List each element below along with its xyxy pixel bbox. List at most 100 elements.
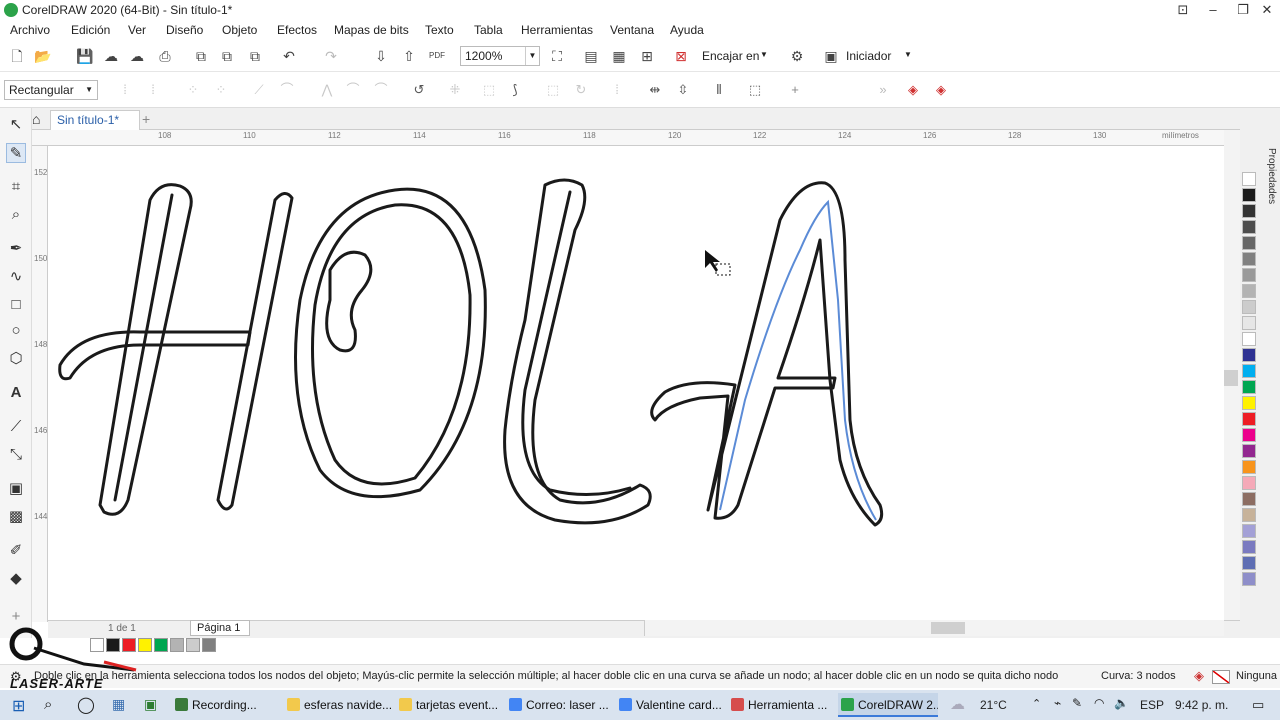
new-document-icon[interactable]: 🗋 (8, 47, 26, 65)
palette-swatch[interactable] (1242, 332, 1256, 346)
ellipse-tool-icon[interactable]: ○ (6, 321, 26, 341)
palette-swatch[interactable] (1242, 524, 1256, 538)
more-icon[interactable]: » (874, 81, 892, 99)
taskbar-item[interactable]: tarjetas event... (396, 693, 502, 717)
menu-herramientas[interactable]: Herramientas (521, 23, 593, 37)
to-line-icon[interactable]: ⟋ (250, 81, 268, 99)
palette-swatch[interactable] (1242, 348, 1256, 362)
reverse-direction-icon[interactable]: ↺ (410, 81, 428, 99)
horizontal-ruler[interactable]: 108 110 112 114 116 118 120 122 124 126 … (32, 130, 1240, 146)
windows-start-icon[interactable]: ⊞ (12, 696, 25, 716)
full-screen-icon[interactable]: ⛶ (548, 47, 566, 65)
notifications-icon[interactable]: ▭ (1252, 697, 1264, 713)
polygon-tool-icon[interactable]: ⬡ (6, 349, 26, 369)
to-curve-icon[interactable]: ⌒ (278, 81, 296, 99)
document-palette-swatch[interactable] (154, 638, 168, 652)
export-pdf-icon[interactable]: PDF (428, 47, 446, 65)
menu-ayuda[interactable]: Ayuda (670, 23, 704, 37)
delete-node-icon[interactable]: ⁞ (144, 81, 162, 99)
extend-curve-icon[interactable]: ⁜ (446, 81, 464, 99)
calculator-icon[interactable]: ▦ (112, 696, 125, 713)
taskbar-item[interactable]: Valentine card... (616, 693, 724, 717)
cloud-upload-icon[interactable]: ☁ (102, 47, 120, 65)
interactive-fill-icon[interactable]: ◆ (6, 569, 26, 589)
palette-swatch[interactable] (1242, 268, 1256, 282)
taskbar-item[interactable]: esferas navide... (284, 693, 392, 717)
palette-swatch[interactable] (1242, 188, 1256, 202)
palette-swatch[interactable] (1242, 220, 1256, 234)
artistic-media-icon[interactable]: ∿ (6, 267, 26, 287)
menu-tabla[interactable]: Tabla (474, 23, 503, 37)
print-icon[interactable]: ⎙ (156, 47, 174, 65)
taskbar-item[interactable]: Recording... (172, 693, 280, 717)
palette-swatch[interactable] (1242, 492, 1256, 506)
palette-swatch[interactable] (1242, 444, 1256, 458)
close-button[interactable]: ✕ (1250, 0, 1280, 20)
tab-document[interactable]: Sin título-1* (50, 110, 140, 130)
pen-icon[interactable]: ✎ (1072, 696, 1082, 710)
eyedropper-icon[interactable]: ✐ (6, 541, 26, 561)
smooth-node-icon[interactable]: ⌒ (344, 81, 362, 99)
connector-tool-icon[interactable]: ⤡ (6, 445, 26, 465)
rectangle-tool-icon[interactable]: □ (6, 295, 26, 315)
document-palette-swatch[interactable] (186, 638, 200, 652)
chevron-up-icon[interactable]: ⌃ (1032, 697, 1041, 710)
palette-swatch[interactable] (1242, 316, 1256, 330)
palette-swatch[interactable] (1242, 572, 1256, 586)
palette-swatch[interactable] (1242, 364, 1256, 378)
menu-texto[interactable]: Texto (425, 23, 454, 37)
palette-swatch[interactable] (1242, 428, 1256, 442)
zoom-level-select[interactable]: 1200% ▼ (460, 46, 540, 66)
customize-tools-icon[interactable]: + (6, 607, 26, 627)
palette-swatch[interactable] (1242, 476, 1256, 490)
menu-efectos[interactable]: Efectos (277, 23, 317, 37)
scroll-thumb[interactable] (931, 622, 965, 634)
join-nodes-icon[interactable]: ⁘ (184, 81, 202, 99)
vertical-ruler[interactable]: 152 150 148 146 144 (32, 146, 48, 622)
palette-swatch[interactable] (1242, 172, 1256, 186)
launcher-icon[interactable]: ▣ (822, 47, 840, 65)
palette-swatch[interactable] (1242, 204, 1256, 218)
snap-nodes-icon[interactable]: ◈ (904, 81, 922, 99)
pick-tool-icon[interactable]: ↖ (6, 115, 26, 135)
palette-swatch[interactable] (1242, 460, 1256, 474)
palette-swatch[interactable] (1242, 380, 1256, 394)
parallel-dimension-icon[interactable]: ⟋ (6, 417, 26, 437)
search-icon[interactable]: ⌕ (44, 696, 52, 713)
palette-swatch[interactable] (1242, 540, 1256, 554)
palette-swatch[interactable] (1242, 300, 1256, 314)
horizontal-scrollbar[interactable] (644, 620, 1224, 636)
elastic-mode-icon[interactable]: ⫴ (710, 81, 728, 99)
palette-swatch[interactable] (1242, 556, 1256, 570)
snap-nodes-alt-icon[interactable]: ◈ (932, 81, 950, 99)
minimize-button[interactable]: – (1196, 0, 1230, 20)
selection-mode-select[interactable]: Rectangular ▼ (4, 80, 98, 100)
menu-mapas-de-bits[interactable]: Mapas de bits (334, 23, 409, 37)
freehand-tool-icon[interactable]: ✒ (6, 239, 26, 259)
page-1-tab[interactable]: Página 1 (190, 620, 250, 636)
clock[interactable]: 9:42 p. m. (1175, 698, 1228, 712)
shape-tool-icon[interactable]: ✎ (6, 143, 26, 163)
text-tool-icon[interactable]: A (6, 383, 26, 403)
excel-icon[interactable]: ▣ (144, 696, 157, 713)
add-icon[interactable]: + (786, 81, 804, 99)
properties-tab[interactable]: Propiedades (1266, 148, 1277, 204)
menu-edicion[interactable]: Edición (71, 23, 110, 37)
symmetrical-node-icon[interactable]: ⌒ (372, 81, 390, 99)
palette-swatch[interactable] (1242, 284, 1256, 298)
stretch-nodes-icon[interactable]: ⬚ (544, 81, 562, 99)
mirror-vertical-icon[interactable]: ⇳ (674, 81, 692, 99)
rotate-nodes-icon[interactable]: ↻ (572, 81, 590, 99)
palette-swatch[interactable] (1242, 412, 1256, 426)
copy-icon[interactable]: ⧉ (218, 47, 236, 65)
launcher-dropdown[interactable]: Iniciador (846, 49, 891, 63)
document-palette-swatch[interactable] (202, 638, 216, 652)
add-node-icon[interactable]: ⁞ (116, 81, 134, 99)
cusp-node-icon[interactable]: ⋀ (318, 81, 336, 99)
document-palette-swatch[interactable] (170, 638, 184, 652)
transparency-tool-icon[interactable]: ▩ (6, 507, 26, 527)
mirror-horizontal-icon[interactable]: ⇹ (646, 81, 664, 99)
save-icon[interactable]: 💾 (76, 47, 94, 65)
show-grid-icon[interactable]: ▦ (610, 47, 628, 65)
extract-subpath-icon[interactable]: ⬚ (480, 81, 498, 99)
